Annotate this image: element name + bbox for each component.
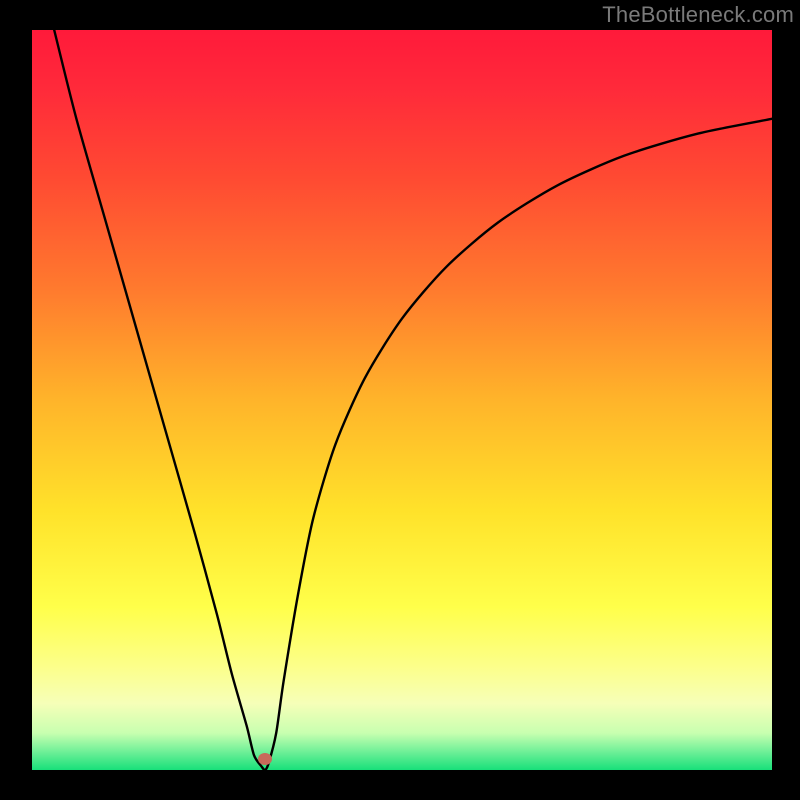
balance-point-marker <box>258 753 272 765</box>
plot-area <box>32 30 772 770</box>
chart-frame: TheBottleneck.com <box>0 0 800 800</box>
bottleneck-curve <box>32 30 772 770</box>
watermark-text: TheBottleneck.com <box>602 2 794 28</box>
